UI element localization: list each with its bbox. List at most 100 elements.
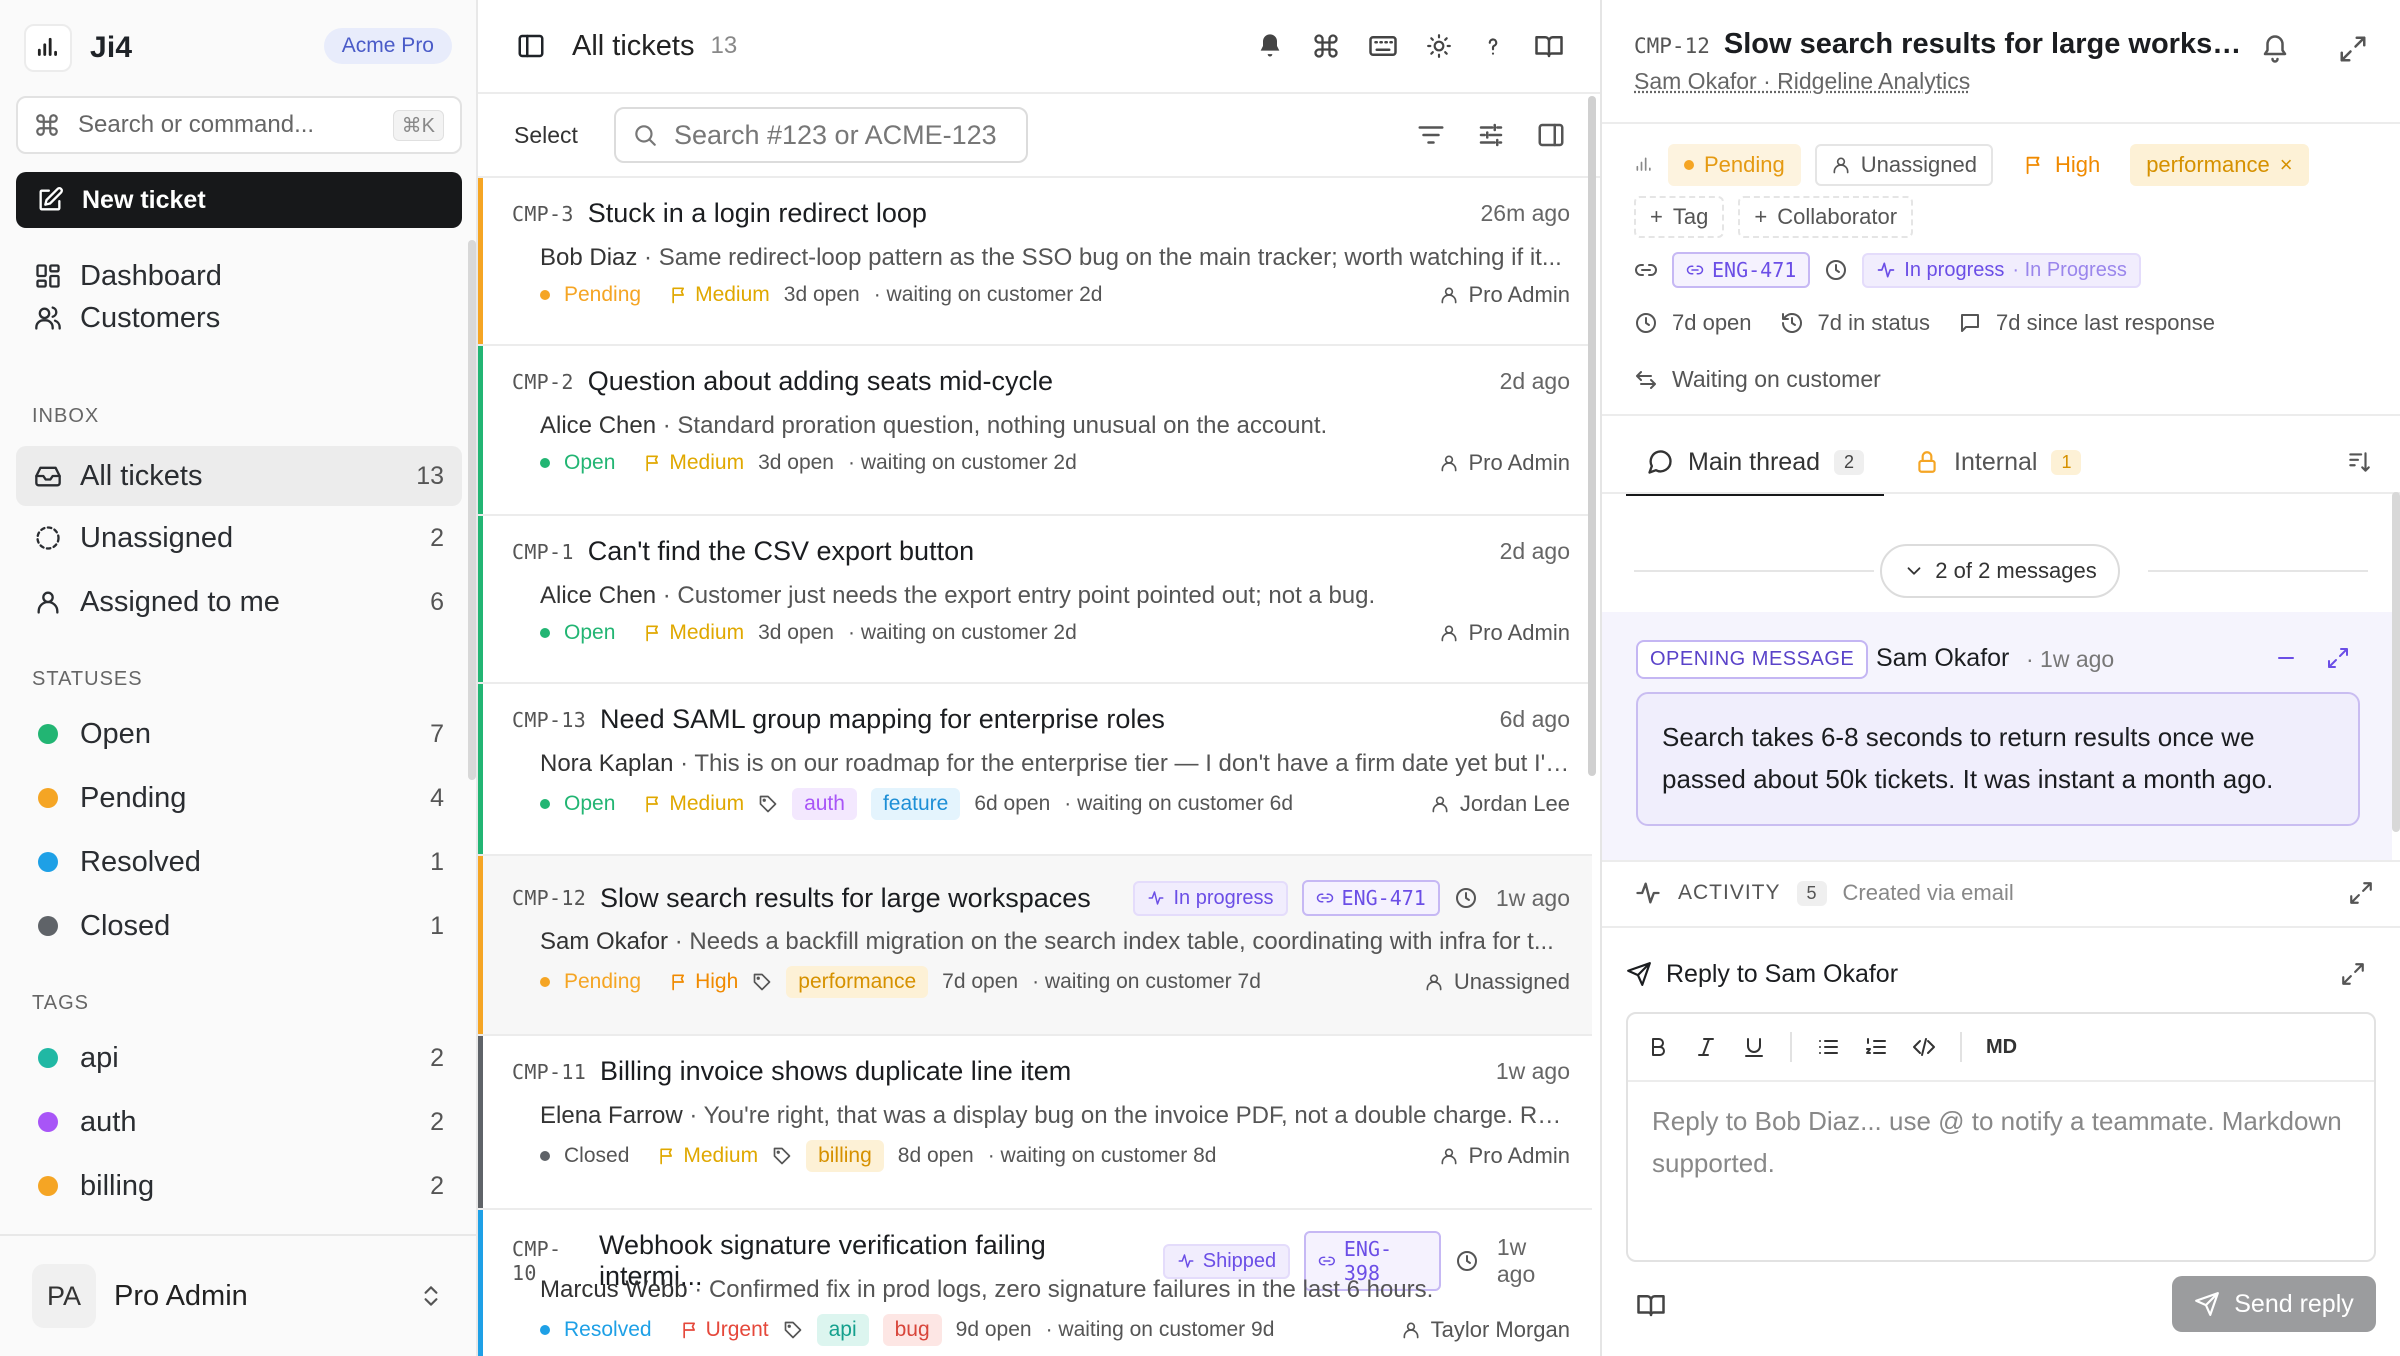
ticket-row[interactable]: CMP-1 Can't find the CSV export button 2… (478, 516, 1592, 684)
tag-chip[interactable]: performance (786, 966, 929, 998)
user-menu[interactable]: PA Pro Admin (0, 1234, 476, 1356)
linked-issue-chip[interactable]: ENG-471 (1672, 252, 1811, 288)
new-ticket-button[interactable]: New ticket (16, 172, 462, 228)
reply-textarea[interactable]: Reply to Bob Diaz... use @ to notify a t… (1628, 1082, 2374, 1202)
sun-icon[interactable] (1426, 33, 1452, 59)
priority-select[interactable]: High (2007, 144, 2116, 186)
sort-icon[interactable] (2346, 449, 2372, 475)
bullet-list-icon[interactable] (1816, 1035, 1840, 1059)
ticket-row[interactable]: CMP-2 Question about adding seats mid-cy… (478, 346, 1592, 516)
send-reply-button[interactable]: Send reply (2172, 1276, 2376, 1332)
reply-editor[interactable]: MD Reply to Bob Diaz... use @ to notify … (1626, 1012, 2376, 1262)
send-icon (2195, 1292, 2220, 1316)
tag-chip[interactable]: feature (870, 788, 961, 820)
book-icon[interactable] (1534, 31, 1564, 61)
activity-section[interactable]: ACTIVITY 5 Created via email (1634, 872, 2374, 914)
ticket-row[interactable]: CMP-3 Stuck in a login redirect loop 26m… (478, 178, 1592, 346)
keyboard-icon[interactable] (1368, 31, 1398, 61)
plan-badge[interactable]: Acme Pro (323, 28, 452, 64)
tag-chip-performance[interactable]: performance × (2130, 144, 2309, 186)
bold-icon[interactable] (1646, 1035, 1670, 1059)
tab-internal[interactable]: Internal 1 (1894, 432, 2101, 492)
dashboard-icon (34, 262, 62, 290)
status-select[interactable]: Pending (1668, 144, 1801, 186)
ticket-assignee[interactable]: Unassigned (1424, 969, 1570, 995)
add-collaborator-button[interactable]: + Collaborator (1738, 196, 1914, 238)
panel-toggle-icon[interactable] (1536, 120, 1566, 150)
expand-icon[interactable] (2340, 961, 2366, 987)
ticket-assignee[interactable]: Taylor Morgan (1401, 1317, 1570, 1343)
detail-scrollbar[interactable] (2392, 492, 2400, 832)
activity-icon (1636, 882, 1660, 904)
numbered-list-icon[interactable] (1864, 1035, 1888, 1059)
command-search[interactable]: Search or command... ⌘K (16, 96, 462, 154)
tag-chip[interactable]: billing (806, 1140, 884, 1172)
nav-all-tickets[interactable]: All tickets 13 (16, 446, 462, 506)
sliders-icon[interactable] (1476, 120, 1506, 150)
ticket-row[interactable]: CMP-13 Need SAML group mapping for enter… (478, 684, 1592, 856)
link-state-chip[interactable]: In progress · In Progress (1862, 252, 2141, 288)
send-icon (1627, 962, 1651, 986)
ticket-count: 13 (710, 32, 738, 59)
book-icon[interactable] (1636, 1290, 1666, 1320)
ticket-row[interactable]: CMP-10 Webhook signature verification fa… (478, 1210, 1592, 1356)
code-icon[interactable] (1912, 1035, 1936, 1059)
nav-customers[interactable]: Customers (16, 288, 462, 348)
underline-icon[interactable] (1742, 1035, 1766, 1059)
markdown-toggle[interactable]: MD (1986, 1036, 2017, 1059)
user-icon (1441, 1148, 1456, 1165)
link-icon (1318, 1256, 1336, 1266)
activity-icon (1877, 262, 1895, 278)
nav-assigned-to-me[interactable]: Assigned to me 6 (16, 572, 462, 632)
brand[interactable]: Ji4 (24, 24, 132, 72)
ticket-search-input[interactable]: Search #123 or ACME-123 (613, 107, 1028, 163)
progress-chip[interactable]: Shipped (1162, 1243, 1291, 1279)
link-icon (1686, 265, 1704, 275)
command-icon[interactable] (1312, 32, 1340, 60)
ticket-assignee[interactable]: Jordan Lee (1430, 791, 1570, 817)
status-pending[interactable]: Pending 4 (16, 768, 462, 828)
sidebar-scrollbar[interactable] (468, 240, 476, 780)
ticket-assignee[interactable]: Pro Admin (1439, 1143, 1570, 1169)
status-badge: Pending (540, 970, 641, 994)
collapse-icon[interactable] (2274, 646, 2298, 670)
status-resolved[interactable]: Resolved 1 (16, 832, 462, 892)
tag-auth[interactable]: auth 2 (16, 1092, 462, 1152)
tag-api[interactable]: api 2 (16, 1028, 462, 1088)
tab-main-thread[interactable]: Main thread 2 (1626, 432, 1885, 496)
ticket-title: Need SAML group mapping for enterprise r… (600, 704, 1165, 734)
ticket-row-selected[interactable]: CMP-12 Slow search results for large wor… (478, 856, 1592, 1036)
tag-chip[interactable]: auth (792, 788, 857, 820)
ticket-assignee[interactable]: Pro Admin (1439, 450, 1570, 476)
ticket-row[interactable]: CMP-11 Billing invoice shows duplicate l… (478, 1036, 1592, 1210)
tag-chip[interactable]: bug (882, 1314, 942, 1346)
requester-link[interactable]: Sam Okafor · Ridgeline Analytics (1634, 68, 1970, 95)
ticket-assignee[interactable]: Pro Admin (1439, 620, 1570, 646)
help-icon[interactable] (1480, 33, 1506, 59)
sidebar-toggle-icon[interactable] (516, 31, 546, 61)
message-author: Sam Okafor (1876, 644, 2010, 672)
ticket-assignee[interactable]: Pro Admin (1439, 282, 1570, 308)
assignee-select[interactable]: Unassigned (1814, 144, 1993, 186)
select-button[interactable]: Select (514, 122, 578, 149)
italic-icon[interactable] (1694, 1035, 1718, 1059)
add-tag-button[interactable]: + Tag (1634, 196, 1725, 238)
status-closed[interactable]: Closed 1 (16, 896, 462, 956)
bell-icon[interactable] (1256, 32, 1284, 60)
linked-issue-chip[interactable]: ENG-471 (1301, 880, 1440, 916)
remove-tag-icon[interactable]: × (2280, 152, 2293, 178)
expand-icon[interactable] (2348, 880, 2374, 906)
expand-icon[interactable] (2338, 34, 2368, 64)
expand-icon[interactable] (2326, 646, 2350, 670)
status-open[interactable]: Open 7 (16, 704, 462, 764)
nav-unassigned[interactable]: Unassigned 2 (16, 508, 462, 568)
bell-icon[interactable] (2260, 34, 2290, 64)
tag-billing[interactable]: billing 2 (16, 1156, 462, 1216)
ticket-author: Marcus Webb (540, 1276, 688, 1303)
tag-chip[interactable]: api (816, 1314, 869, 1346)
progress-chip[interactable]: In progress (1133, 880, 1288, 916)
filter-icon[interactable] (1416, 120, 1446, 150)
list-scrollbar[interactable] (1588, 96, 1596, 776)
messages-toggle[interactable]: 2 of 2 messages (1880, 544, 2120, 598)
ticket-age: 3d open (758, 621, 834, 644)
